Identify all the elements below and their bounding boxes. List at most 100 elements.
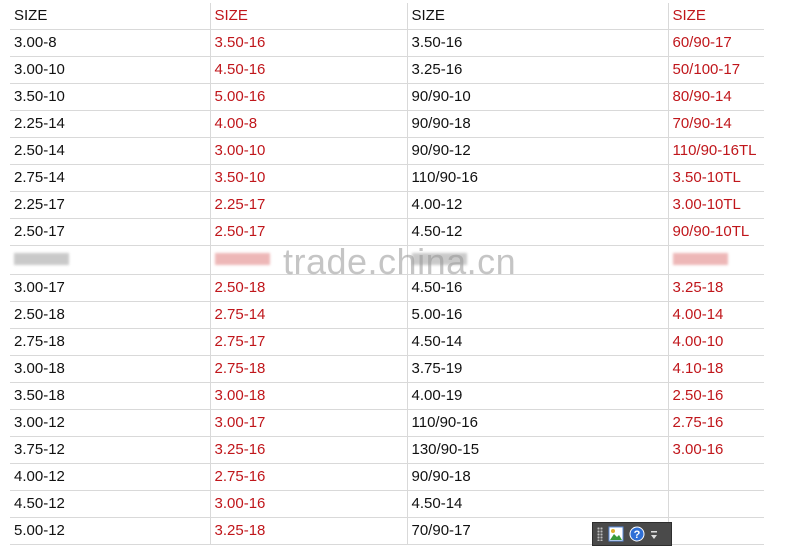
table-row: 2.50-18 2.75-14 5.00-16 4.00-14 bbox=[10, 301, 764, 329]
table-row: 3.00-17 2.50-18 4.50-16 3.25-18 bbox=[10, 274, 764, 302]
table-cell-col1: 5.00-12 bbox=[10, 517, 211, 545]
table-cell-col2: 2.75-18 bbox=[210, 355, 408, 383]
table-cell-col2: 3.00-16 bbox=[210, 490, 408, 518]
table-cell-col3: 5.00-16 bbox=[407, 301, 669, 329]
table-row: 3.00-10 4.50-16 3.25-16 50/100-17 bbox=[10, 56, 764, 84]
column-header: SIZE bbox=[407, 3, 669, 30]
table-row: 3.00-8 3.50-16 3.50-16 60/90-17 bbox=[10, 29, 764, 57]
table-cell-col1: 2.75-14 bbox=[10, 164, 211, 192]
table-row: 2.50-14 3.00-10 90/90-12 110/90-16TL bbox=[10, 137, 764, 165]
blurred-text-bar bbox=[14, 253, 69, 265]
table-cell-col2: 4.00-8 bbox=[210, 110, 408, 138]
table-cell-col2 bbox=[210, 245, 408, 275]
blurred-text-bar bbox=[214, 253, 270, 265]
table-cell-col2: 3.25-18 bbox=[210, 517, 408, 545]
table-row: 2.25-17 2.25-17 4.00-12 3.00-10TL bbox=[10, 191, 764, 219]
table-cell-col2: 2.50-17 bbox=[210, 218, 408, 246]
table-cell-col4: 2.75-16 bbox=[668, 409, 764, 437]
table-row: 2.75-14 3.50-10 110/90-16 3.50-10TL bbox=[10, 164, 764, 192]
table-cell-col3: 110/90-16 bbox=[407, 409, 669, 437]
table-cell-col3: 3.25-16 bbox=[407, 56, 669, 84]
size-table: SIZE SIZE SIZE SIZE 3.00-8 3.50-16 3.50-16 60/9… bbox=[10, 3, 764, 545]
table-cell-col3: 90/90-12 bbox=[407, 137, 669, 165]
table-cell-col3: 4.00-19 bbox=[407, 382, 669, 410]
table-cell-col4: 50/100-17 bbox=[668, 56, 764, 84]
table-cell-col4 bbox=[668, 245, 764, 275]
grip-icon[interactable] bbox=[597, 527, 603, 541]
table-cell-col3: 3.75-19 bbox=[407, 355, 669, 383]
blurred-text-bar bbox=[672, 253, 728, 265]
column-header: SIZE bbox=[668, 3, 764, 30]
table-cell-col3 bbox=[407, 245, 669, 275]
chevron-down-icon[interactable] bbox=[650, 528, 658, 540]
blurred-text-bar bbox=[411, 253, 467, 265]
table-cell-col2: 5.00-16 bbox=[210, 83, 408, 111]
table-cell-col1: 3.75-12 bbox=[10, 436, 211, 464]
table-cell-col4 bbox=[668, 517, 764, 545]
table-cell-col1: 3.50-18 bbox=[10, 382, 211, 410]
table-row: 4.00-12 2.75-16 90/90-18 bbox=[10, 463, 764, 491]
table-cell-col2: 2.50-18 bbox=[210, 274, 408, 302]
table-row bbox=[10, 245, 764, 275]
table-cell-col3: 4.50-16 bbox=[407, 274, 669, 302]
help-icon[interactable]: ? bbox=[629, 526, 645, 542]
table-row: 3.75-12 3.25-16 130/90-15 3.00-16 bbox=[10, 436, 764, 464]
size-table-sheet: SIZE SIZE SIZE SIZE 3.00-8 3.50-16 3.50-16 60/9… bbox=[10, 3, 764, 545]
table-row: 2.50-17 2.50-17 4.50-12 90/90-10TL bbox=[10, 218, 764, 246]
header-row: SIZE SIZE SIZE SIZE bbox=[10, 3, 764, 30]
table-cell-col3: 4.50-14 bbox=[407, 328, 669, 356]
table-cell-col4: 3.00-10TL bbox=[668, 191, 764, 219]
table-cell-col4 bbox=[668, 490, 764, 518]
table-cell-col1 bbox=[10, 245, 211, 275]
table-cell-col4: 3.50-10TL bbox=[668, 164, 764, 192]
table-cell-col3: 90/90-18 bbox=[407, 463, 669, 491]
table-cell-col3: 4.50-12 bbox=[407, 218, 669, 246]
table-cell-col1: 4.50-12 bbox=[10, 490, 211, 518]
table-cell-col3: 130/90-15 bbox=[407, 436, 669, 464]
table-cell-col3: 3.50-16 bbox=[407, 29, 669, 57]
table-cell-col4: 90/90-10TL bbox=[668, 218, 764, 246]
table-cell-col1: 2.25-17 bbox=[10, 191, 211, 219]
table-cell-col2: 3.00-18 bbox=[210, 382, 408, 410]
table-cell-col2: 2.25-17 bbox=[210, 191, 408, 219]
table-cell-col1: 2.50-18 bbox=[10, 301, 211, 329]
table-cell-col1: 2.50-14 bbox=[10, 137, 211, 165]
table-cell-col2: 2.75-17 bbox=[210, 328, 408, 356]
table-cell-col3: 90/90-10 bbox=[407, 83, 669, 111]
table-cell-col4: 2.50-16 bbox=[668, 382, 764, 410]
image-toolbar: ? bbox=[592, 522, 672, 546]
table-cell-col1: 4.00-12 bbox=[10, 463, 211, 491]
table-cell-col1: 2.75-18 bbox=[10, 328, 211, 356]
table-cell-col3: 90/90-18 bbox=[407, 110, 669, 138]
table-cell-col2: 3.00-10 bbox=[210, 137, 408, 165]
table-cell-col3: 4.00-12 bbox=[407, 191, 669, 219]
table-cell-col4: 3.25-18 bbox=[668, 274, 764, 302]
column-header: SIZE bbox=[210, 3, 408, 30]
table-cell-col4: 4.00-10 bbox=[668, 328, 764, 356]
table-cell-col2: 2.75-14 bbox=[210, 301, 408, 329]
table-cell-col2: 3.50-16 bbox=[210, 29, 408, 57]
table-cell-col3: 4.50-14 bbox=[407, 490, 669, 518]
table-row: 2.75-18 2.75-17 4.50-14 4.00-10 bbox=[10, 328, 764, 356]
table-row: 3.50-10 5.00-16 90/90-10 80/90-14 bbox=[10, 83, 764, 111]
table-row: 3.50-18 3.00-18 4.00-19 2.50-16 bbox=[10, 382, 764, 410]
table-cell-col4: 70/90-14 bbox=[668, 110, 764, 138]
size-table-body: SIZE SIZE SIZE SIZE 3.00-8 3.50-16 3.50-16 60/9… bbox=[10, 3, 764, 545]
table-cell-col1: 2.50-17 bbox=[10, 218, 211, 246]
table-cell-col4: 60/90-17 bbox=[668, 29, 764, 57]
table-cell-col4: 4.10-18 bbox=[668, 355, 764, 383]
table-cell-col2: 3.00-17 bbox=[210, 409, 408, 437]
table-cell-col1: 3.00-12 bbox=[10, 409, 211, 437]
table-row: 4.50-12 3.00-16 4.50-14 bbox=[10, 490, 764, 518]
table-cell-col1: 3.00-10 bbox=[10, 56, 211, 84]
table-cell-col1: 3.50-10 bbox=[10, 83, 211, 111]
table-cell-col1: 2.25-14 bbox=[10, 110, 211, 138]
picture-icon[interactable] bbox=[608, 526, 624, 542]
table-row: 2.25-14 4.00-8 90/90-18 70/90-14 bbox=[10, 110, 764, 138]
table-cell-col1: 3.00-18 bbox=[10, 355, 211, 383]
table-cell-col4 bbox=[668, 463, 764, 491]
table-cell-col3: 110/90-16 bbox=[407, 164, 669, 192]
table-cell-col4: 4.00-14 bbox=[668, 301, 764, 329]
table-cell-col2: 2.75-16 bbox=[210, 463, 408, 491]
table-cell-col2: 3.25-16 bbox=[210, 436, 408, 464]
